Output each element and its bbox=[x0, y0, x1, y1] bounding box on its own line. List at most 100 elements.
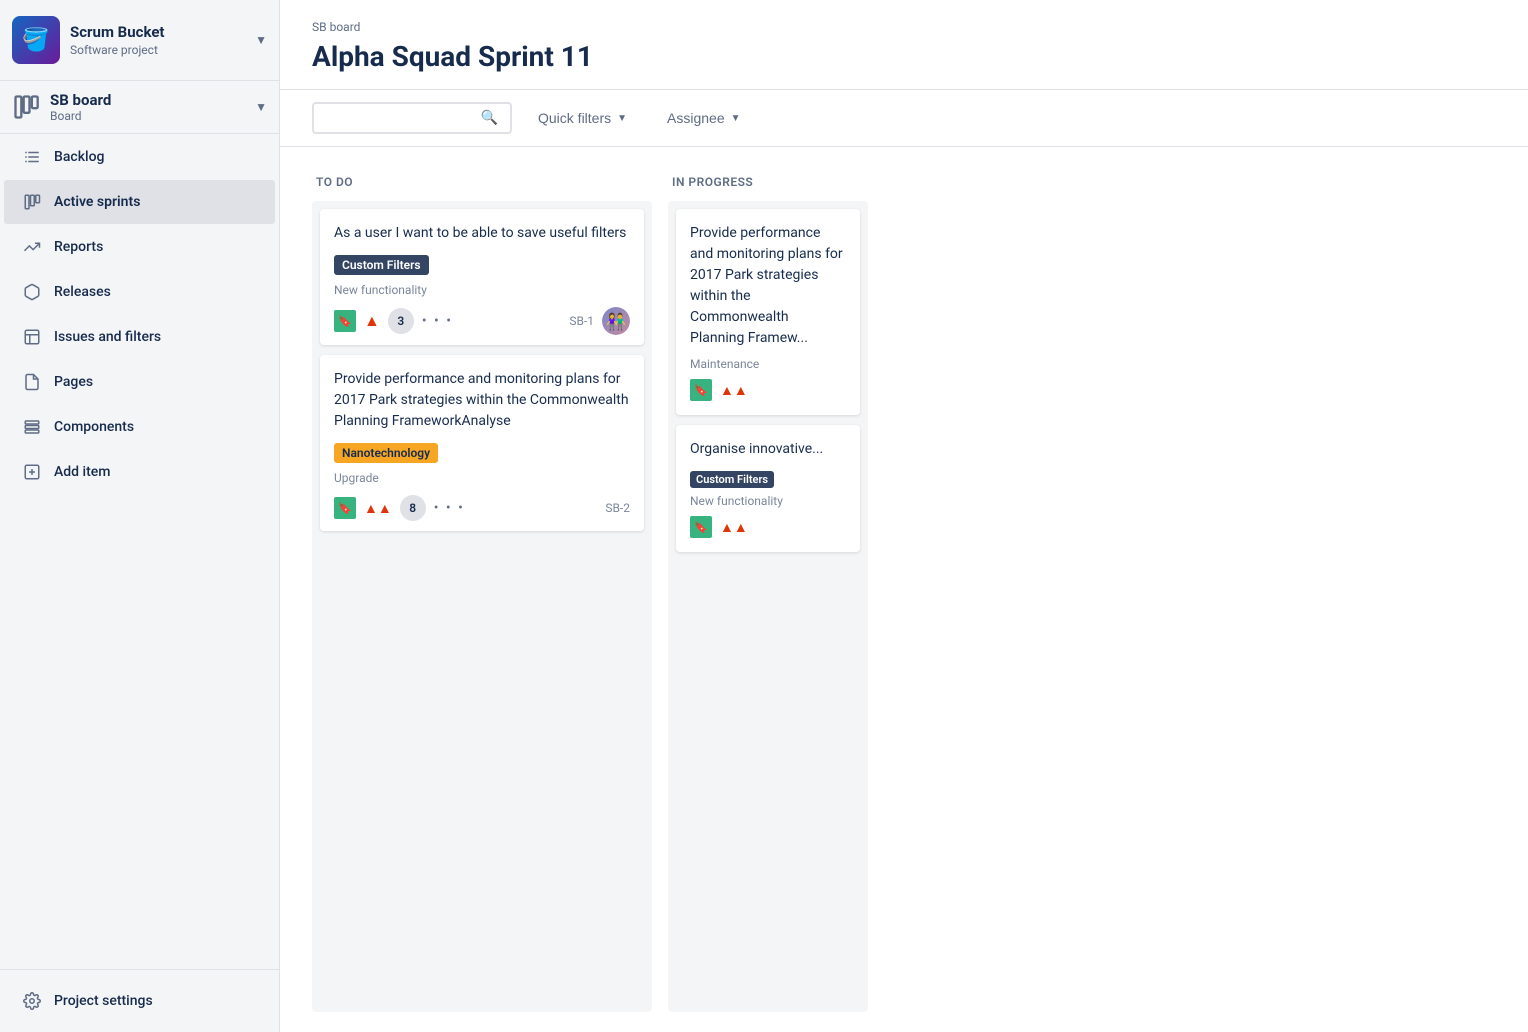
sidebar-item-components-label: Components bbox=[54, 419, 134, 435]
sidebar-item-project-settings[interactable]: Project settings bbox=[4, 979, 275, 1023]
card-ip-2-title: Organise innovative... bbox=[690, 439, 846, 460]
sidebar-item-components[interactable]: Components bbox=[4, 405, 275, 449]
sidebar-item-reports[interactable]: Reports bbox=[4, 225, 275, 269]
project-name: Scrum Bucket bbox=[70, 23, 255, 43]
quick-filters-chevron-icon: ▼ bbox=[617, 113, 627, 124]
card-sb-2-title: Provide performance and monitoring plans… bbox=[334, 369, 630, 432]
search-input[interactable] bbox=[326, 110, 473, 126]
sidebar-board-item[interactable]: SB board Board ▼ bbox=[0, 81, 279, 134]
card-ip-2-tag: Custom Filters bbox=[690, 471, 774, 488]
priority-ip2-icon: ▲▲ bbox=[720, 519, 748, 536]
card-sb-2-dots: • • • bbox=[434, 500, 465, 516]
card-ip-2-subtitle: New functionality bbox=[690, 494, 846, 508]
project-chevron-icon: ▼ bbox=[255, 33, 267, 47]
components-icon bbox=[20, 415, 44, 439]
board-nav-icon bbox=[20, 190, 44, 214]
board-area: TO DO As a user I want to be able to sav… bbox=[280, 147, 1528, 1032]
priority-ip1-icon: ▲▲ bbox=[720, 382, 748, 399]
page-title: Alpha Squad Sprint 11 bbox=[312, 40, 1496, 73]
sidebar-item-pages[interactable]: Pages bbox=[4, 360, 275, 404]
assignee-label: Assignee bbox=[667, 110, 725, 126]
card-sb-1-tag: Custom Filters bbox=[334, 255, 429, 275]
card-sb-2-footer-left: 🔖 ▲▲ 8 • • • bbox=[334, 495, 465, 521]
add-icon bbox=[20, 460, 44, 484]
card-sb-1-title: As a user I want to be able to save usef… bbox=[334, 223, 630, 244]
card-sb-1-dots: • • • bbox=[422, 313, 453, 329]
sidebar-nav: Backlog Active sprints Reports bbox=[0, 134, 279, 969]
assignee-button[interactable]: Assignee ▼ bbox=[653, 103, 755, 133]
main-content: SB board Alpha Squad Sprint 11 🔍 Quick f… bbox=[280, 0, 1528, 1032]
card-ip-1-subtitle: Maintenance bbox=[690, 357, 846, 371]
bookmark-icon-2: 🔖 bbox=[334, 497, 356, 519]
issues-icon bbox=[20, 325, 44, 349]
sidebar-item-reports-label: Reports bbox=[54, 239, 103, 255]
sidebar-item-issues-filters-label: Issues and filters bbox=[54, 329, 161, 345]
sidebar-item-pages-label: Pages bbox=[54, 374, 93, 390]
card-sb-1[interactable]: As a user I want to be able to save usef… bbox=[320, 209, 644, 345]
card-sb-1-story-points: 3 bbox=[388, 308, 414, 334]
sidebar-item-releases[interactable]: Releases bbox=[4, 270, 275, 314]
card-sb-1-id: SB-1 bbox=[569, 314, 594, 328]
card-sb-2-tag: Nanotechnology bbox=[334, 443, 438, 463]
card-sb-2-footer-right: SB-2 bbox=[605, 501, 630, 515]
column-todo: TO DO As a user I want to be able to sav… bbox=[312, 167, 652, 1012]
card-sb-2-id: SB-2 bbox=[605, 501, 630, 515]
board-chevron-icon: ▼ bbox=[255, 100, 267, 114]
settings-icon bbox=[20, 989, 44, 1013]
bookmark-icon-ip1: 🔖 bbox=[690, 379, 712, 401]
quick-filters-label: Quick filters bbox=[538, 110, 611, 126]
main-header: SB board Alpha Squad Sprint 11 bbox=[280, 0, 1528, 90]
priority-highest-icon: ▲▲ bbox=[364, 500, 392, 517]
list-icon bbox=[20, 145, 44, 169]
project-avatar-image: 🪣 bbox=[12, 16, 60, 64]
pages-icon bbox=[20, 370, 44, 394]
chart-icon bbox=[20, 235, 44, 259]
project-avatar: 🪣 bbox=[12, 16, 60, 64]
card-sb-2-footer: 🔖 ▲▲ 8 • • • SB-2 bbox=[334, 495, 630, 521]
sidebar-item-active-sprints[interactable]: Active sprints bbox=[4, 180, 275, 224]
card-ip-2-footer: 🔖 ▲▲ bbox=[690, 516, 846, 538]
card-sb-1-subtitle: New functionality bbox=[334, 283, 630, 297]
column-in-progress: IN PROGRESS Provide performance and moni… bbox=[668, 167, 868, 1012]
card-sb-2-subtitle: Upgrade bbox=[334, 471, 630, 485]
toolbar: 🔍 Quick filters ▼ Assignee ▼ bbox=[280, 90, 1528, 147]
card-ip-1-title: Provide performance and monitoring plans… bbox=[690, 223, 846, 349]
column-in-progress-header: IN PROGRESS bbox=[668, 167, 868, 201]
board-label-wrap: SB board Board bbox=[50, 91, 255, 123]
sidebar-item-releases-label: Releases bbox=[54, 284, 111, 300]
sidebar-item-backlog[interactable]: Backlog bbox=[4, 135, 275, 179]
card-sb-2[interactable]: Provide performance and monitoring plans… bbox=[320, 355, 644, 531]
card-sb-1-footer: 🔖 ▲ 3 • • • SB-1 👫 bbox=[334, 307, 630, 335]
priority-high-icon: ▲ bbox=[364, 311, 380, 331]
card-sb-1-footer-left: 🔖 ▲ 3 • • • bbox=[334, 308, 453, 334]
card-ip-2[interactable]: Organise innovative... Custom Filters Ne… bbox=[676, 425, 860, 552]
search-icon: 🔍 bbox=[481, 110, 498, 126]
releases-icon bbox=[20, 280, 44, 304]
project-info: Scrum Bucket Software project bbox=[70, 23, 255, 57]
assignee-chevron-icon: ▼ bbox=[731, 113, 741, 124]
board-icon bbox=[12, 93, 40, 121]
card-ip-1-footer: 🔖 ▲▲ bbox=[690, 379, 846, 401]
breadcrumb: SB board bbox=[312, 20, 1496, 34]
quick-filters-button[interactable]: Quick filters ▼ bbox=[524, 103, 641, 133]
sidebar-item-active-sprints-label: Active sprints bbox=[54, 194, 140, 210]
sidebar-bottom: Project settings bbox=[0, 969, 279, 1032]
card-sb-2-story-points: 8 bbox=[400, 495, 426, 521]
column-in-progress-body: Provide performance and monitoring plans… bbox=[668, 201, 868, 1012]
sidebar: 🪣 Scrum Bucket Software project ▼ SB boa… bbox=[0, 0, 280, 1032]
card-sb-1-footer-right: SB-1 👫 bbox=[569, 307, 630, 335]
bookmark-icon: 🔖 bbox=[334, 310, 356, 332]
sidebar-item-project-settings-label: Project settings bbox=[54, 993, 153, 1009]
card-ip-1[interactable]: Provide performance and monitoring plans… bbox=[676, 209, 860, 415]
project-header[interactable]: 🪣 Scrum Bucket Software project ▼ bbox=[0, 0, 279, 81]
sidebar-item-add-item[interactable]: Add item bbox=[4, 450, 275, 494]
sidebar-item-issues-filters[interactable]: Issues and filters bbox=[4, 315, 275, 359]
sidebar-item-backlog-label: Backlog bbox=[54, 149, 104, 165]
board-label: SB board bbox=[50, 91, 255, 109]
bookmark-icon-ip2: 🔖 bbox=[690, 516, 712, 538]
board-sublabel: Board bbox=[50, 109, 255, 123]
search-box[interactable]: 🔍 bbox=[312, 102, 512, 134]
column-todo-body: As a user I want to be able to save usef… bbox=[312, 201, 652, 1012]
avatar-sb-1: 👫 bbox=[602, 307, 630, 335]
project-type: Software project bbox=[70, 43, 255, 57]
